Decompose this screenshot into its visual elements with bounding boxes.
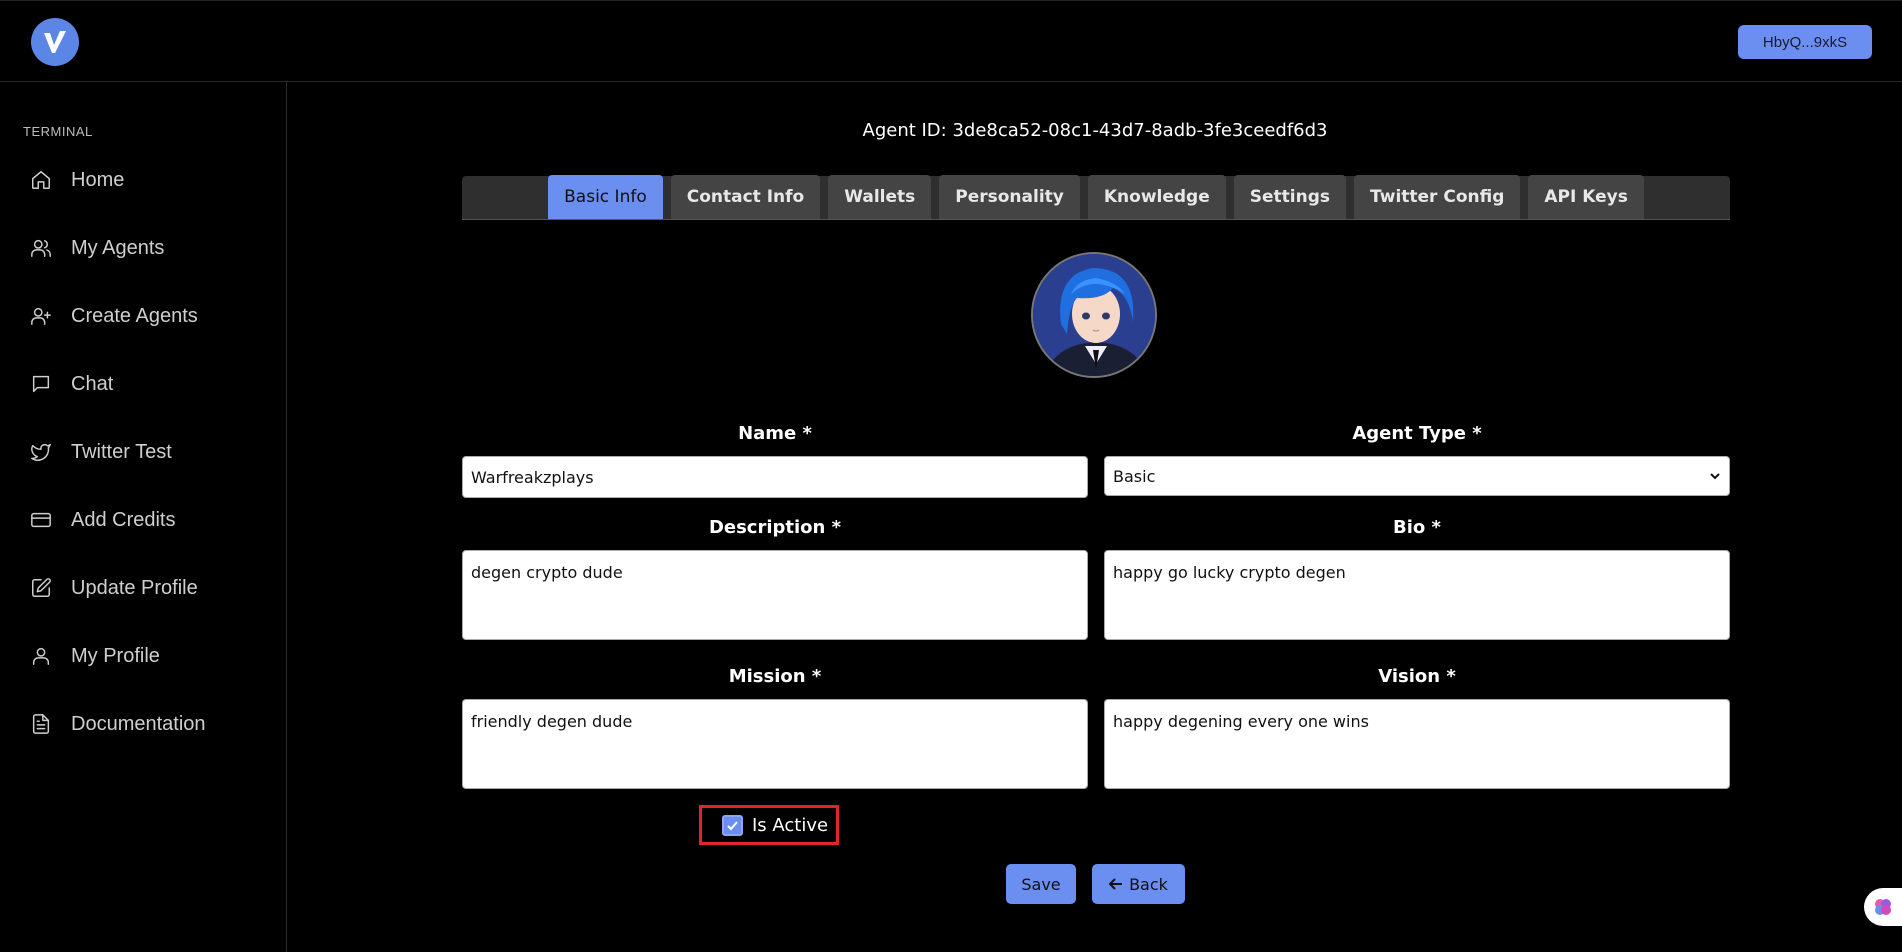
vision-textarea[interactable]: happy degening every one wins <box>1104 699 1730 789</box>
twitter-icon <box>31 443 51 461</box>
agent-type-label: Agent Type * <box>1352 423 1482 444</box>
sidebar-item-label: My Agents <box>71 236 165 259</box>
name-input-value: Warfreakzplays <box>471 467 594 487</box>
sidebar-item-label: Twitter Test <box>71 440 172 463</box>
name-input[interactable]: Warfreakzplays <box>462 456 1088 498</box>
sidebar-item-twitter-test[interactable]: Twitter Test <box>0 418 287 486</box>
sidebar-item-label: Create Agents <box>71 304 198 327</box>
sidebar-item-label: Add Credits <box>71 508 176 531</box>
user-icon <box>32 647 50 665</box>
logo-v-icon <box>44 31 66 53</box>
credit-card-icon <box>31 512 51 528</box>
tab-knowledge[interactable]: Knowledge <box>1087 175 1226 219</box>
sidebar-item-label: My Profile <box>71 644 160 667</box>
sidebar-item-create-agents[interactable]: Create Agents <box>0 282 287 350</box>
sidebar-item-home[interactable]: Home <box>0 146 287 214</box>
chevron-down-icon <box>1710 473 1720 480</box>
arrow-left-icon <box>1109 878 1123 890</box>
agent-type-select[interactable]: Basic <box>1104 456 1730 496</box>
is-active-highlight: Is Active <box>699 805 839 845</box>
bio-label: Bio * <box>1393 517 1441 538</box>
description-textarea[interactable]: degen crypto dude <box>462 550 1088 640</box>
app-logo[interactable] <box>31 18 79 66</box>
sidebar-item-label: Home <box>71 168 125 191</box>
sidebar-item-label: Documentation <box>71 712 206 735</box>
bio-value: happy go lucky crypto degen <box>1113 563 1346 582</box>
save-button-label: Save <box>1021 874 1061 894</box>
is-active-checkbox[interactable] <box>722 814 743 836</box>
wallet-address-button[interactable]: HbyQ...9xkS <box>1738 25 1872 59</box>
users-icon <box>31 239 51 257</box>
mission-value: friendly degen dude <box>471 712 633 731</box>
tab-basic-info[interactable]: Basic Info <box>548 175 663 219</box>
checkmark-icon <box>727 820 738 830</box>
home-icon <box>32 171 50 189</box>
sidebar-item-my-profile[interactable]: My Profile <box>0 622 287 690</box>
tab-wallets[interactable]: Wallets <box>828 175 932 219</box>
back-button-label: Back <box>1129 874 1168 894</box>
tab-settings[interactable]: Settings <box>1233 175 1347 219</box>
sidebar: TERMINAL Home My Agents Create Agents Ch… <box>0 82 287 952</box>
save-button[interactable]: Save <box>1006 864 1076 904</box>
sidebar-item-label: Chat <box>71 372 114 395</box>
edit-icon <box>32 578 51 597</box>
description-label: Description * <box>708 517 842 538</box>
tab-personality[interactable]: Personality <box>939 175 1080 219</box>
chat-icon <box>32 375 50 393</box>
document-icon <box>32 714 50 734</box>
tab-twitter-config[interactable]: Twitter Config <box>1354 175 1521 219</box>
sidebar-item-documentation[interactable]: Documentation <box>0 690 287 758</box>
sidebar-item-my-agents[interactable]: My Agents <box>0 214 287 282</box>
agent-avatar[interactable] <box>1031 252 1157 378</box>
vision-label: Vision * <box>1378 666 1456 687</box>
description-value: degen crypto dude <box>471 563 623 582</box>
sidebar-nav: Home My Agents Create Agents Chat Twitte… <box>0 146 287 758</box>
sidebar-item-chat[interactable]: Chat <box>0 350 287 418</box>
sidebar-item-add-credits[interactable]: Add Credits <box>0 486 287 554</box>
top-bar: HbyQ...9xkS <box>0 0 1902 82</box>
floating-assistant-button[interactable] <box>1864 888 1902 926</box>
sidebar-section-label: TERMINAL <box>23 124 93 139</box>
agent-type-value: Basic <box>1113 466 1156 486</box>
tab-api-keys[interactable]: API Keys <box>1528 175 1644 219</box>
sidebar-item-label: Update Profile <box>71 576 198 599</box>
back-button[interactable]: Back <box>1092 864 1185 904</box>
mission-label: Mission * <box>728 666 822 687</box>
agent-id-heading: Agent ID: 3de8ca52-08c1-43d7-8adb-3fe3ce… <box>862 120 1328 141</box>
mission-textarea[interactable]: friendly degen dude <box>462 699 1088 789</box>
name-label: Name * <box>738 423 812 444</box>
bio-textarea[interactable]: happy go lucky crypto degen <box>1104 550 1730 640</box>
user-plus-icon <box>31 307 51 325</box>
avatar-image <box>1033 254 1155 376</box>
sidebar-item-update-profile[interactable]: Update Profile <box>0 554 287 622</box>
is-active-label: Is Active <box>752 814 829 836</box>
tab-contact-info[interactable]: Contact Info <box>670 175 821 219</box>
tab-bar: Basic Info Contact Info Wallets Personal… <box>462 175 1730 220</box>
vision-value: happy degening every one wins <box>1113 712 1369 731</box>
main-content: Agent ID: 3de8ca52-08c1-43d7-8adb-3fe3ce… <box>288 82 1902 952</box>
brain-icon <box>1875 899 1891 915</box>
